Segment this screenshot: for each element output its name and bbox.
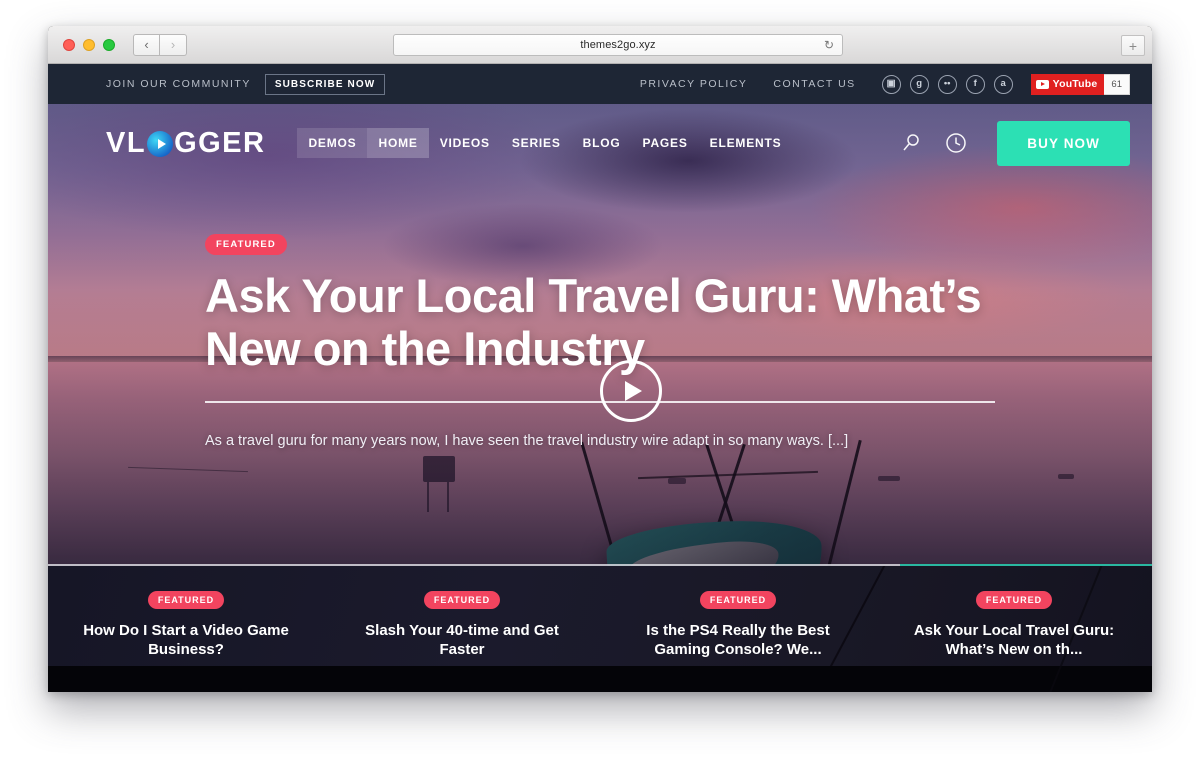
carousel-card[interactable]: FEATURED Is the PS4 Really the Best Gami… [600,566,876,692]
join-community-label: JOIN OUR COMMUNITY [106,78,251,90]
card-title: Slash Your 40-time and Get Faster [365,622,559,658]
link-contact-us[interactable]: CONTACT US [773,78,855,90]
header-actions: BUY NOW [901,120,1130,166]
card-title: Is the PS4 Really the Best Gaming Consol… [646,622,830,658]
clock-icon[interactable] [945,132,967,154]
site-header: VL GGER DEMOS HOME VIDEOS SERIES BLOG PA… [48,104,1152,182]
minimize-window-button[interactable] [83,38,95,51]
nav-item-series[interactable]: SERIES [501,128,572,158]
slider-progress-fill [900,564,1152,566]
carousel-card[interactable]: FEATURED How Do I Start a Video Game Bus… [48,566,324,692]
hero-content: FEATURED Ask Your Local Travel Guru: Wha… [48,234,1152,453]
maximize-window-button[interactable] [103,38,115,51]
forward-button[interactable]: › [160,33,187,56]
card-featured-badge: FEATURED [423,591,501,609]
buy-now-button[interactable]: BUY NOW [997,120,1130,166]
hero-title[interactable]: Ask Your Local Travel Guru: What’s New o… [205,269,1005,375]
browser-titlebar: ‹ › themes2go.xyz ↻ + [48,26,1152,64]
play-video-button[interactable] [600,360,662,422]
carousel-card[interactable]: FEATURED Slash Your 40-time and Get Fast… [324,566,600,692]
window-controls [63,38,115,51]
facebook-icon[interactable]: f [965,74,985,94]
nav-item-pages[interactable]: PAGES [632,128,699,158]
hero-featured-badge: FEATURED [205,234,287,255]
card-featured-badge: FEATURED [975,591,1053,609]
google-plus-icon[interactable]: g [909,74,929,94]
youtube-badge-main: YouTube [1030,73,1105,95]
nav-item-home[interactable]: HOME [367,128,429,158]
hero-excerpt: As a travel guru for many years now, I h… [205,433,849,450]
social-icons: ▣ g •• f a [881,74,1013,94]
youtube-label: YouTube [1052,78,1098,90]
hero-divider-rule [205,401,995,404]
url-text: themes2go.xyz [580,39,656,51]
logo-text-post: GGER [174,126,266,159]
flickr-icon[interactable]: •• [937,74,957,94]
topbar-right: PRIVACY POLICY CONTACT US ▣ g •• f a You… [640,73,1130,95]
logo-play-icon [147,131,174,157]
main-navigation: DEMOS HOME VIDEOS SERIES BLOG PAGES ELEM… [297,128,792,158]
utility-topbar: JOIN OUR COMMUNITY SUBSCRIBE NOW PRIVACY… [48,64,1152,104]
card-featured-badge: FEATURED [699,591,777,609]
nav-item-elements[interactable]: ELEMENTS [699,128,793,158]
youtube-subscribe-badge[interactable]: YouTube 61 [1030,73,1130,95]
page-viewport: JOIN OUR COMMUNITY SUBSCRIBE NOW PRIVACY… [48,64,1152,692]
back-button[interactable]: ‹ [133,33,160,56]
reload-icon[interactable]: ↻ [824,38,834,52]
nav-item-blog[interactable]: BLOG [572,128,632,158]
address-bar[interactable]: themes2go.xyz ↻ [393,34,843,56]
youtube-subscriber-count: 61 [1104,73,1130,95]
hero-section: VL GGER DEMOS HOME VIDEOS SERIES BLOG PA… [48,104,1152,566]
amazon-icon[interactable]: a [993,74,1013,94]
nav-item-demos[interactable]: DEMOS [297,128,368,158]
logo-text-pre: VL [106,126,147,159]
site-logo[interactable]: VL GGER [106,127,265,160]
carousel-card[interactable]: FEATURED Ask Your Local Travel Guru: Wha… [876,566,1152,692]
navigation-buttons: ‹ › [133,33,187,56]
close-window-button[interactable] [63,38,75,51]
search-icon[interactable] [901,133,921,153]
topbar-left: JOIN OUR COMMUNITY SUBSCRIBE NOW [106,73,386,95]
browser-window: ‹ › themes2go.xyz ↻ + JOIN OUR COMMUNITY… [48,26,1152,692]
featured-carousel: FEATURED How Do I Start a Video Game Bus… [48,566,1152,692]
card-title: Ask Your Local Travel Guru: What’s New o… [913,622,1115,658]
slider-progress-track[interactable] [48,564,1152,566]
link-privacy-policy[interactable]: PRIVACY POLICY [640,78,748,90]
new-tab-button[interactable]: + [1121,35,1145,56]
card-featured-badge: FEATURED [147,591,225,609]
card-title: How Do I Start a Video Game Business? [83,622,289,658]
nav-item-videos[interactable]: VIDEOS [429,128,501,158]
instagram-icon[interactable]: ▣ [881,74,901,94]
subscribe-now-button[interactable]: SUBSCRIBE NOW [264,73,386,95]
youtube-play-icon [1035,79,1049,89]
